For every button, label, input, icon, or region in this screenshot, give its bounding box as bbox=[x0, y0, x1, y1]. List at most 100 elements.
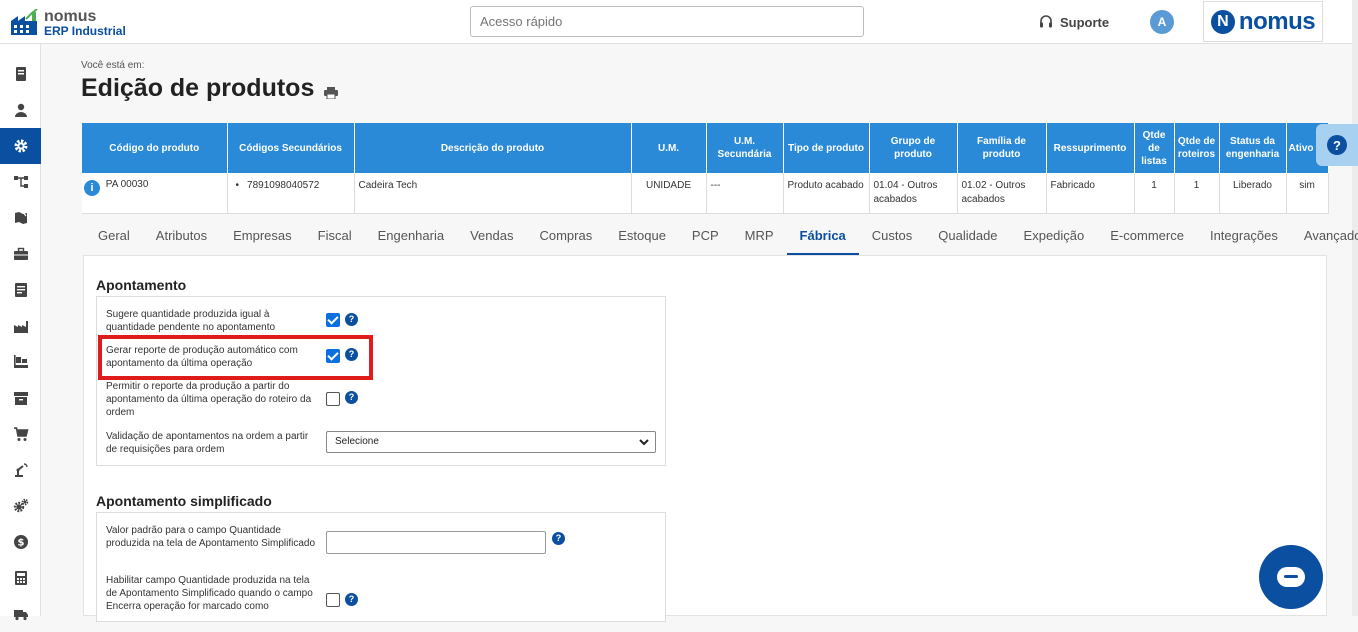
tab-estoque[interactable]: Estoque bbox=[605, 218, 679, 256]
cell-grupo: 01.04 - Outros acabados bbox=[869, 173, 958, 214]
sidebar-item-pallet[interactable] bbox=[0, 344, 41, 380]
robot-arm-icon bbox=[14, 463, 28, 477]
tab-mrp[interactable]: MRP bbox=[732, 218, 787, 256]
cell-codigo: i PA 00030 bbox=[82, 173, 228, 214]
pallet-icon bbox=[13, 355, 28, 368]
help-icon[interactable]: ? bbox=[345, 593, 358, 606]
sidebar-item-cart[interactable] bbox=[0, 416, 41, 452]
tab-fiscal[interactable]: Fiscal bbox=[305, 218, 365, 256]
cell-status: Liberado bbox=[1219, 173, 1287, 214]
sidebar-item-user[interactable] bbox=[0, 92, 41, 128]
breadcrumb: Você está em: bbox=[81, 60, 145, 71]
label-validacao-apontamentos: Validação de apontamentos na ordem a par… bbox=[106, 431, 309, 455]
tab-vendas[interactable]: Vendas bbox=[457, 218, 526, 256]
table-header-row: Código do produto Códigos Secundários De… bbox=[82, 123, 1329, 173]
section-title-apontamento: Apontamento bbox=[96, 277, 187, 293]
sidebar-item-truck[interactable] bbox=[0, 596, 41, 632]
bullet-icon: • bbox=[235, 180, 240, 191]
cell-familia: 01.02 - Outros acabados bbox=[957, 173, 1047, 214]
tab-pcp[interactable]: PCP bbox=[679, 218, 732, 256]
user-avatar[interactable]: A bbox=[1150, 10, 1174, 34]
factory-icon bbox=[13, 321, 28, 333]
col-header-ressuprimento[interactable]: Ressuprimento bbox=[1046, 123, 1135, 173]
sidebar-item-briefcase[interactable] bbox=[0, 236, 41, 272]
cell-descricao: Cadeira Tech bbox=[354, 173, 632, 214]
highlight-box bbox=[98, 335, 373, 380]
tab-geral[interactable]: Geral bbox=[85, 218, 143, 256]
page-title: Edição de produtos bbox=[81, 74, 315, 102]
cell-ressuprimento: Fabricado bbox=[1046, 173, 1135, 214]
col-header-descricao[interactable]: Descrição do produto bbox=[354, 123, 632, 173]
col-header-codigo[interactable]: Código do produto bbox=[82, 123, 228, 173]
calculator-icon bbox=[14, 571, 27, 585]
sidebar-item-document[interactable] bbox=[0, 272, 41, 308]
tab-expedicao[interactable]: Expedição bbox=[1011, 218, 1098, 256]
sidebar-item-calculator[interactable] bbox=[0, 560, 41, 596]
valor-padrao-input[interactable] bbox=[326, 531, 546, 554]
col-header-listas[interactable]: Qtde de listas bbox=[1134, 123, 1175, 173]
document-icon bbox=[14, 283, 27, 297]
help-icon[interactable]: ? bbox=[345, 391, 358, 404]
book-icon bbox=[15, 67, 26, 81]
sidebar-item-archive[interactable] bbox=[0, 380, 41, 416]
logo-building-icon bbox=[11, 9, 38, 35]
tab-engenharia[interactable]: Engenharia bbox=[365, 218, 458, 256]
checkbox-habilitar-campo[interactable] bbox=[326, 593, 340, 607]
support-link[interactable]: Suporte bbox=[1038, 12, 1109, 32]
print-icon[interactable] bbox=[324, 87, 338, 99]
svg-text:$: $ bbox=[17, 538, 24, 549]
col-header-secundarios[interactable]: Códigos Secundários bbox=[227, 123, 355, 173]
col-header-status[interactable]: Status da engenharia bbox=[1219, 123, 1287, 173]
cell-secundario-value: 7891098040572 bbox=[247, 180, 320, 191]
cell-ativo: sim bbox=[1286, 173, 1329, 214]
sidebar-item-book[interactable] bbox=[0, 56, 41, 92]
floating-help-button[interactable]: ? bbox=[1316, 124, 1358, 166]
chat-icon bbox=[1277, 567, 1305, 587]
info-icon[interactable]: i bbox=[84, 180, 100, 196]
tab-empresas[interactable]: Empresas bbox=[220, 218, 305, 256]
col-header-familia[interactable]: Família de produto bbox=[957, 123, 1047, 173]
sidebar-item-finance[interactable]: $ bbox=[0, 524, 41, 560]
help-icon: ? bbox=[1327, 135, 1347, 155]
sidebar-item-map[interactable] bbox=[0, 200, 41, 236]
cell-um: UNIDADE bbox=[631, 173, 707, 214]
col-header-roteiros[interactable]: Qtde de roteiros bbox=[1174, 123, 1220, 173]
tab-ecommerce[interactable]: E-commerce bbox=[1097, 218, 1197, 256]
help-icon[interactable]: ? bbox=[552, 532, 565, 545]
nomus-logo[interactable]: nomus ERP Industrial bbox=[10, 7, 130, 39]
product-table: Código do produto Códigos Secundários De… bbox=[82, 123, 1329, 214]
sidebar-item-robot-arm[interactable] bbox=[0, 452, 41, 488]
sidebar-item-flow[interactable] bbox=[0, 164, 41, 200]
sidebar-item-gears[interactable] bbox=[0, 488, 41, 524]
help-icon[interactable]: ? bbox=[345, 313, 358, 326]
flow-icon bbox=[13, 176, 28, 188]
briefcase-icon bbox=[13, 247, 28, 260]
sidebar-item-settings[interactable] bbox=[0, 128, 41, 164]
tab-integracoes[interactable]: Integrações bbox=[1197, 218, 1291, 256]
tab-compras[interactable]: Compras bbox=[526, 218, 605, 256]
col-header-um-secundaria[interactable]: U.M. Secundária bbox=[706, 123, 784, 173]
tab-atributos[interactable]: Atributos bbox=[143, 218, 220, 256]
chevron-down-icon bbox=[639, 439, 649, 446]
col-header-grupo[interactable]: Grupo de produto bbox=[869, 123, 958, 173]
validacao-select-value: Selecione bbox=[335, 436, 379, 447]
checkbox-permitir-reporte[interactable] bbox=[326, 392, 340, 406]
gear-icon bbox=[14, 139, 27, 153]
tab-custos[interactable]: Custos bbox=[859, 218, 925, 256]
quick-access-search-input[interactable] bbox=[470, 6, 864, 37]
tab-qualidade[interactable]: Qualidade bbox=[925, 218, 1010, 256]
checkbox-sugere-quantidade[interactable] bbox=[326, 313, 340, 327]
col-header-um[interactable]: U.M. bbox=[631, 123, 707, 173]
col-header-tipo[interactable]: Tipo de produto bbox=[783, 123, 870, 173]
chat-button[interactable] bbox=[1259, 545, 1323, 609]
validacao-select[interactable]: Selecione bbox=[326, 431, 656, 453]
tab-avancado[interactable]: Avançado bbox=[1291, 218, 1358, 256]
label-valor-padrao: Valor padrão para o campo Quantidade pro… bbox=[106, 525, 316, 549]
label-sugere-quantidade: Sugere quantidade produzida igual à quan… bbox=[106, 309, 276, 333]
sidebar-item-factory[interactable] bbox=[0, 308, 41, 344]
dollar-icon: $ bbox=[13, 535, 28, 549]
tab-fabrica[interactable]: Fábrica bbox=[786, 218, 859, 256]
truck-icon bbox=[13, 610, 28, 621]
page-scrollbar[interactable] bbox=[1352, 0, 1358, 616]
label-habilitar-campo: Habilitar campo Quantidade produzida na … bbox=[106, 575, 313, 612]
